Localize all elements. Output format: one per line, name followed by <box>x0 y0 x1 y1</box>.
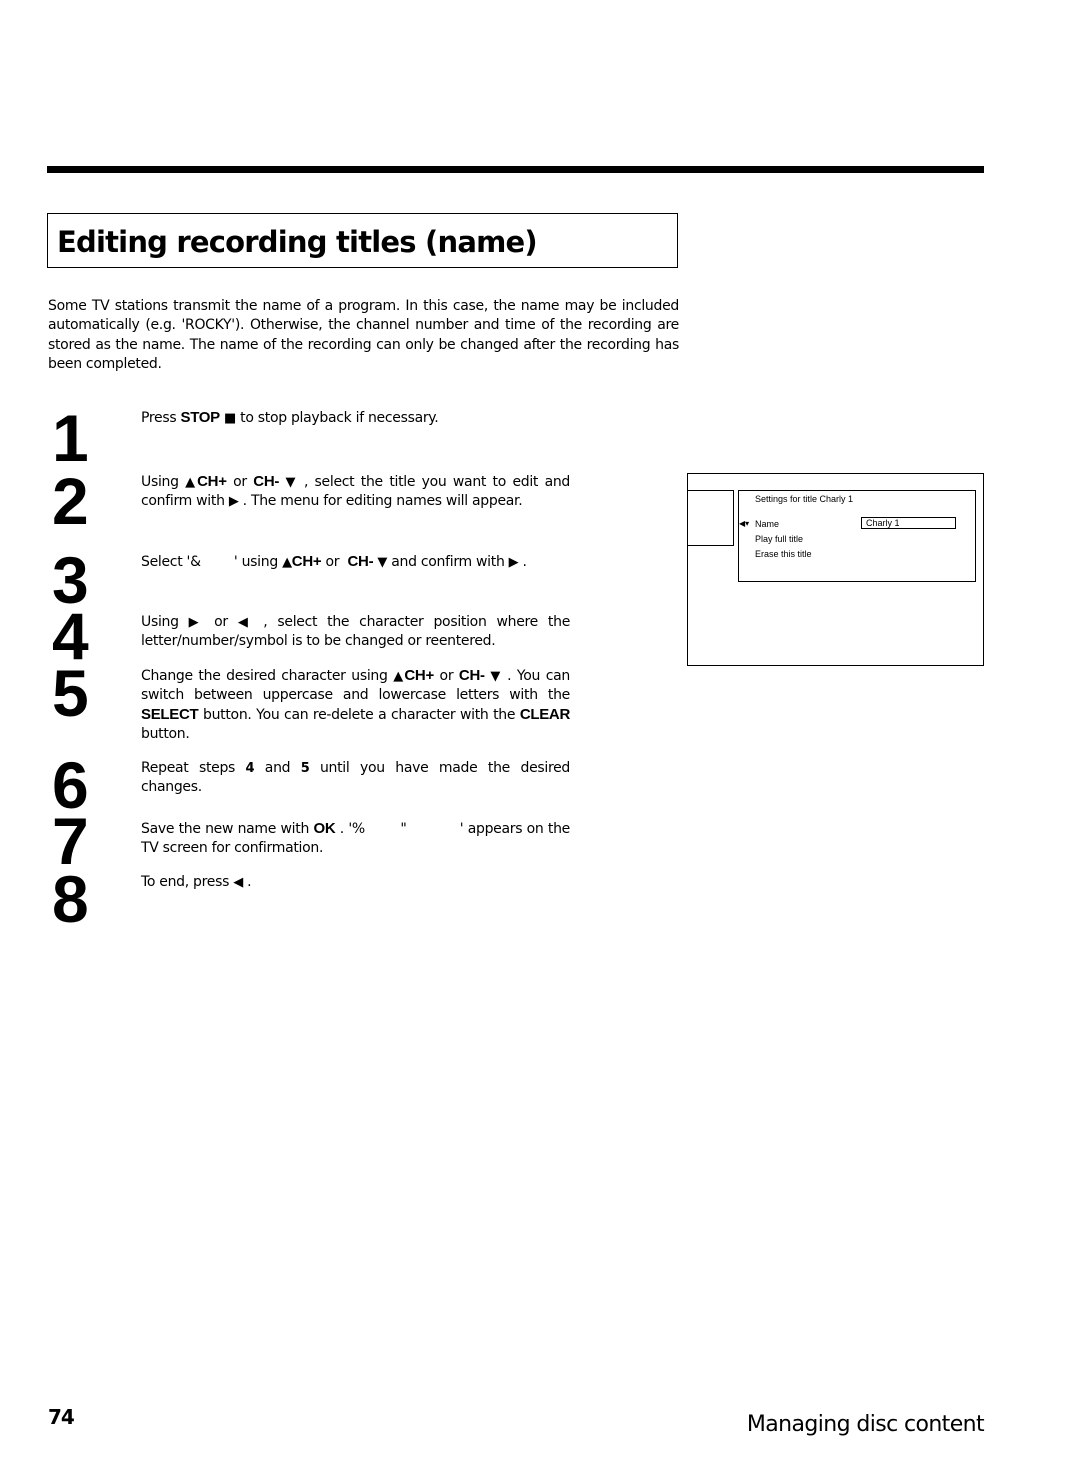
step-number-1: 1 <box>52 401 89 475</box>
title-settings-menu: Settings for title Charly 1 ◀▾ Name Char… <box>738 490 976 582</box>
right-arrow-icon: ▶ <box>188 615 205 630</box>
ch-minus-key: CH- <box>347 553 374 570</box>
cursor-icon: ◀▾ <box>739 519 750 528</box>
name-field[interactable]: Charly 1 <box>861 517 956 529</box>
step-number-8: 8 <box>52 862 89 936</box>
page-number: 74 <box>48 1405 75 1429</box>
step-number-2: 2 <box>52 464 89 538</box>
right-arrow-icon: ▶ <box>508 555 519 570</box>
ch-plus-key: CH+ <box>197 473 227 490</box>
text: . <box>518 554 527 570</box>
ch-plus-key: CH+ <box>291 553 322 570</box>
menu-header: Settings for title Charly 1 <box>755 494 854 504</box>
section-title: Managing disc content <box>746 1412 985 1437</box>
step-1-text: Press STOP ■ to stop playback if necessa… <box>141 408 570 428</box>
step-3-text: Select '& ' using ▲CH+ or CH- ▼ and conf… <box>141 552 570 572</box>
text: or <box>226 474 254 490</box>
step-5-text: Change the desired character using ▲CH+ … <box>141 666 570 744</box>
text: or <box>204 614 238 630</box>
text: and confirm with <box>387 554 509 570</box>
text: Press <box>141 410 181 426</box>
text: Select '& ' using <box>141 554 283 570</box>
text: . <box>242 874 252 890</box>
text: button. You can re-delete a character wi… <box>198 707 520 723</box>
ch-plus-key: CH+ <box>404 667 434 684</box>
ch-minus-key: CH- <box>458 667 485 684</box>
step-4-text: Using ▶ or ◀ , select the character posi… <box>141 613 570 651</box>
left-arrow-icon: ◀ <box>237 615 254 630</box>
down-arrow-icon: ▼ <box>490 669 502 684</box>
text: button. <box>141 726 190 742</box>
text: or <box>321 554 344 570</box>
tv-side-panel <box>688 490 734 546</box>
up-arrow-icon: ▲ <box>185 475 198 490</box>
intro-paragraph: Some TV stations transmit the name of a … <box>48 298 679 372</box>
title-box: Editing recording titles (name) <box>47 213 678 268</box>
up-arrow-icon: ▲ <box>282 555 292 570</box>
step-6-text: Repeat steps 4 and 5 until you have made… <box>141 759 570 797</box>
left-arrow-icon: ◀ <box>233 875 243 890</box>
page-title: Editing recording titles (name) <box>57 225 538 259</box>
menu-item-name[interactable]: Name <box>755 519 779 529</box>
menu-item-play-full-title[interactable]: Play full title <box>755 534 803 544</box>
stop-key: STOP <box>180 409 221 426</box>
right-arrow-icon: ▶ <box>228 494 239 509</box>
text: Repeat steps <box>141 760 246 776</box>
text: To end, press <box>141 874 234 890</box>
text: or <box>433 668 459 684</box>
text: Change the desired character using <box>141 668 394 684</box>
text: Using <box>141 614 189 630</box>
text: Save the new name with <box>141 821 314 837</box>
ch-minus-key: CH- <box>253 473 280 490</box>
stop-icon: ■ <box>224 411 237 426</box>
down-arrow-icon: ▼ <box>377 555 388 570</box>
up-arrow-icon: ▲ <box>393 669 405 684</box>
down-arrow-icon: ▼ <box>285 475 298 490</box>
header-rule <box>47 166 984 173</box>
step-2-text: Using ▲CH+ or CH- ▼ , select the title y… <box>141 472 570 511</box>
text: . The menu for editing names will appear… <box>238 493 523 509</box>
text: to stop playback if necessary. <box>236 410 439 426</box>
clear-key: CLEAR <box>519 706 570 723</box>
step-8-text: To end, press ◀ . <box>141 873 570 892</box>
ok-key: OK <box>313 820 336 837</box>
text: Using <box>141 474 186 490</box>
text: and <box>254 760 301 776</box>
step-number-5: 5 <box>52 656 89 730</box>
tv-screen-illustration: Settings for title Charly 1 ◀▾ Name Char… <box>687 473 984 666</box>
menu-item-erase-title[interactable]: Erase this title <box>755 549 812 559</box>
step-ref: 4 <box>245 761 255 776</box>
select-key: SELECT <box>141 706 199 723</box>
step-7-text: Save the new name with OK . '% " ' appea… <box>141 819 570 858</box>
